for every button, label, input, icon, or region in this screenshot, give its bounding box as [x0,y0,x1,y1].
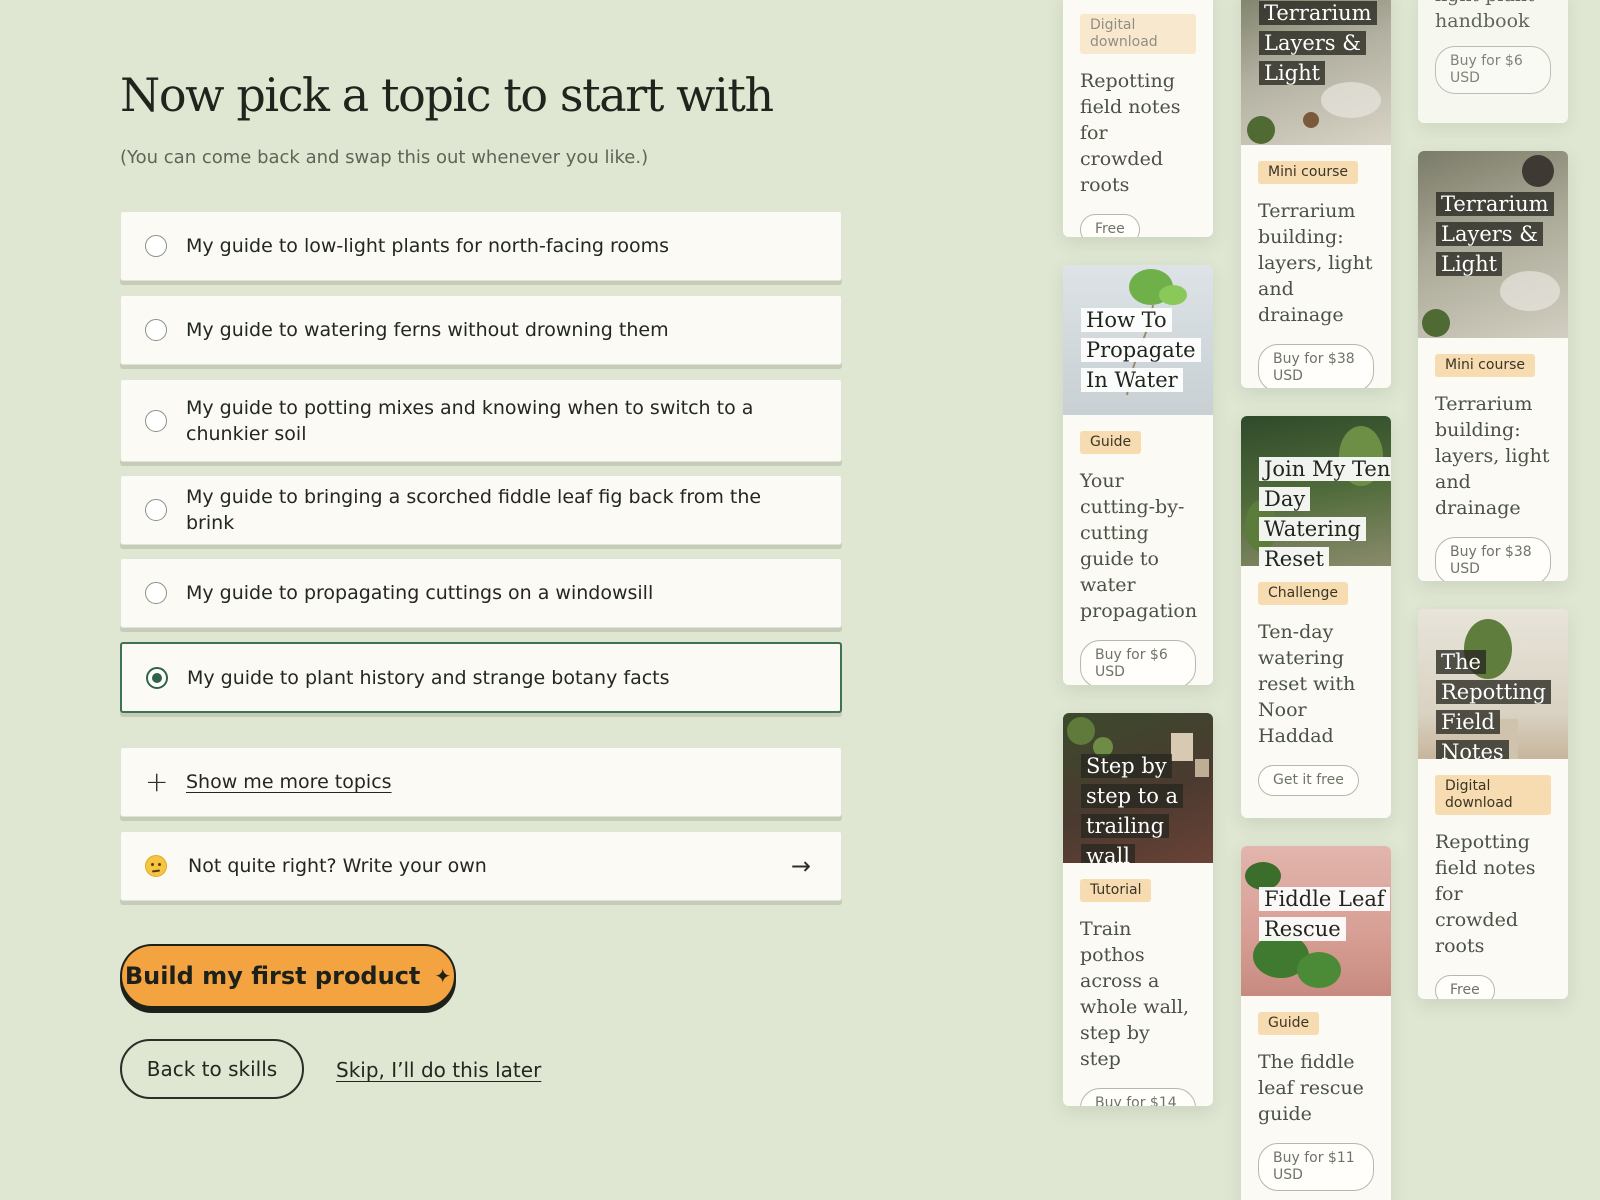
thinking-face-icon [145,855,167,877]
product-title: Repotting field notes for crowded roots [1080,70,1181,196]
topic-label: My guide to propagating cuttings on a wi… [186,582,654,604]
price-button[interactable]: Buy for $38 USD [1435,537,1551,581]
topic-option[interactable]: My guide to potting mixes and knowing wh… [120,379,842,462]
thumbnail-title: How To Propagate In Water [1081,305,1213,395]
topic-option[interactable]: My guide to low-light plants for north-f… [120,211,842,281]
product-card[interactable]: Join My Ten Day Watering Reset Challenge… [1241,416,1391,818]
product-tag: Digital download [1080,14,1196,54]
write-own-label: Not quite right? Write your own [188,855,487,877]
show-more-topics-link[interactable]: Show me more topics [186,769,392,795]
show-more-topics-button[interactable]: + Show me more topics [120,747,842,817]
price-button[interactable]: Free [1080,214,1140,237]
radio-button[interactable] [145,235,167,257]
product-thumbnail: How To Propagate In Water [1063,265,1213,415]
price-button[interactable]: Buy for $6 USD [1080,640,1196,685]
topic-label: My guide to plant history and strange bo… [187,666,670,689]
product-tag: Guide [1080,431,1142,454]
thumbnail-title: Terrarium Layers & Light [1259,0,1391,88]
topic-option[interactable]: My guide to bringing a scorched fiddle l… [120,475,842,545]
product-thumbnail: Step by step to a trailing wall [1063,713,1213,863]
product-card[interactable]: The Repotting Field Notes Digital downlo… [1418,609,1568,999]
product-card[interactable]: Step by step to a trailing wall Tutorial… [1063,713,1213,1106]
product-title: Terrarium building: layers, light and dr… [1258,200,1373,326]
thumbnail-title: The Repotting Field Notes [1436,647,1568,759]
back-to-skills-button[interactable]: Back to skills [120,1039,304,1099]
product-title: Terrarium building: layers, light and dr… [1435,393,1550,519]
product-card[interactable]: Terrarium Layers & Light Mini course Ter… [1418,151,1568,581]
price-button[interactable]: Free [1435,975,1495,999]
product-tag: Mini course [1435,354,1535,377]
price-button[interactable]: Buy for $38 USD [1258,344,1374,388]
radio-button[interactable] [145,499,167,521]
skip-link[interactable]: Skip, I’ll do this later [336,1058,541,1082]
topic-option[interactable]: My guide to watering ferns without drown… [120,295,842,365]
radio-button[interactable] [145,319,167,341]
price-button[interactable]: Get it free [1258,765,1359,796]
product-card[interactable]: Digital download Repotting field notes f… [1063,0,1213,237]
radio-button-selected[interactable] [146,666,168,689]
thumbnail-title: Step by step to a trailing wall [1081,751,1213,863]
product-card[interactable]: Fiddle Leaf Rescue Guide The fiddle leaf… [1241,846,1391,1200]
product-tag: Digital download [1435,775,1551,815]
product-card[interactable]: light plant handbook Buy for $6 USD [1418,0,1568,123]
product-tag: Challenge [1258,582,1348,605]
topic-label: My guide to bringing a scorched fiddle l… [186,486,762,534]
product-tag: Tutorial [1080,879,1152,902]
product-thumbnail: Fiddle Leaf Rescue [1241,846,1391,996]
product-title: light plant handbook [1435,0,1535,32]
product-thumbnail: Join My Ten Day Watering Reset [1241,416,1391,566]
thumbnail-title: Join My Ten Day Watering Reset [1259,454,1391,566]
plus-icon: + [145,765,169,798]
product-title: Repotting field notes for crowded roots [1435,831,1536,957]
topic-label: My guide to potting mixes and knowing wh… [186,396,754,445]
product-tag: Guide [1258,1012,1320,1035]
radio-button[interactable] [145,582,167,604]
product-title: Ten-day watering reset with Noor Haddad [1258,621,1356,747]
radio-button[interactable] [145,409,167,432]
topic-option-selected[interactable]: My guide to plant history and strange bo… [120,642,842,713]
price-button[interactable]: Buy for $11 USD [1258,1143,1374,1191]
build-button-label: Build my first product [124,962,421,990]
topic-label: My guide to low-light plants for north-f… [186,235,670,257]
product-thumbnail: The Repotting Field Notes [1418,609,1568,759]
arrow-right-icon: → [790,852,811,880]
write-own-topic-button[interactable]: Not quite right? Write your own → [120,831,842,901]
product-card[interactable]: How To Propagate In Water Guide Your cut… [1063,265,1213,685]
product-title: Train pothos across a whole wall, step b… [1080,918,1190,1070]
product-thumbnail: Terrarium Layers & Light [1241,0,1391,145]
topic-label: My guide to watering ferns without drown… [186,319,669,341]
product-title: The fiddle leaf rescue guide [1258,1051,1364,1125]
product-tag: Mini course [1258,161,1358,184]
page-title: Now pick a topic to start with [120,68,774,122]
thumbnail-title: Fiddle Leaf Rescue [1259,884,1391,944]
sparkle-icon: ✦ [434,964,452,988]
product-card[interactable]: Terrarium Layers & Light Mini course Ter… [1241,0,1391,388]
page-subtitle: (You can come back and swap this out whe… [120,147,649,168]
product-title: Your cutting-by-cutting guide to water p… [1080,470,1198,622]
product-thumbnail: Terrarium Layers & Light [1418,151,1568,338]
topic-option[interactable]: My guide to propagating cuttings on a wi… [120,558,842,628]
price-button[interactable]: Buy for $14 USD [1080,1088,1196,1106]
price-button[interactable]: Buy for $6 USD [1435,46,1551,94]
build-first-product-button[interactable]: Build my first product ✦ [120,944,456,1008]
thumbnail-title: Terrarium Layers & Light [1436,189,1568,279]
